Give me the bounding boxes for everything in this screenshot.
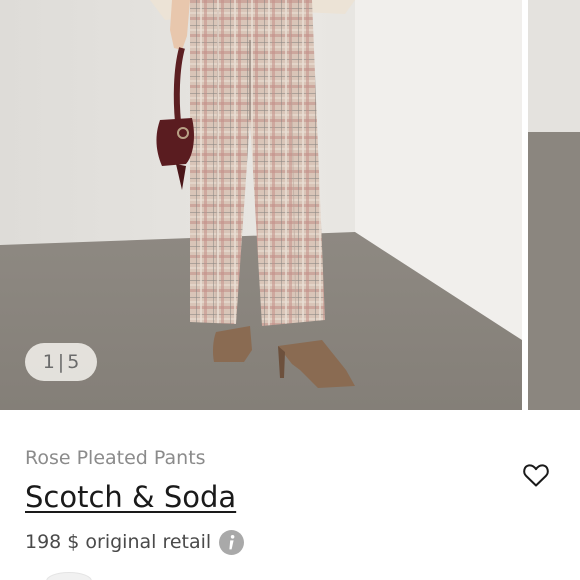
- partial-button[interactable]: [46, 572, 92, 580]
- next-image-preview[interactable]: [528, 0, 580, 410]
- next-photo: [528, 0, 580, 410]
- product-name: Rose Pleated Pants: [25, 447, 206, 469]
- price-row: 198 $ original retail: [25, 529, 245, 555]
- favorite-button[interactable]: [522, 462, 550, 488]
- counter-separator: |: [57, 351, 65, 373]
- brand-link[interactable]: Scotch & Soda: [25, 480, 236, 514]
- image-carousel[interactable]: 1 | 5: [0, 0, 580, 410]
- total-image-count: 5: [67, 351, 80, 373]
- info-glyph: [229, 534, 235, 549]
- image-counter: 1 | 5: [25, 343, 97, 381]
- price-note: original retail: [85, 531, 212, 553]
- info-icon[interactable]: [219, 529, 245, 555]
- price-value: 198 $: [25, 531, 80, 553]
- current-image-number: 1: [42, 351, 55, 373]
- heart-outline-icon: [523, 464, 549, 487]
